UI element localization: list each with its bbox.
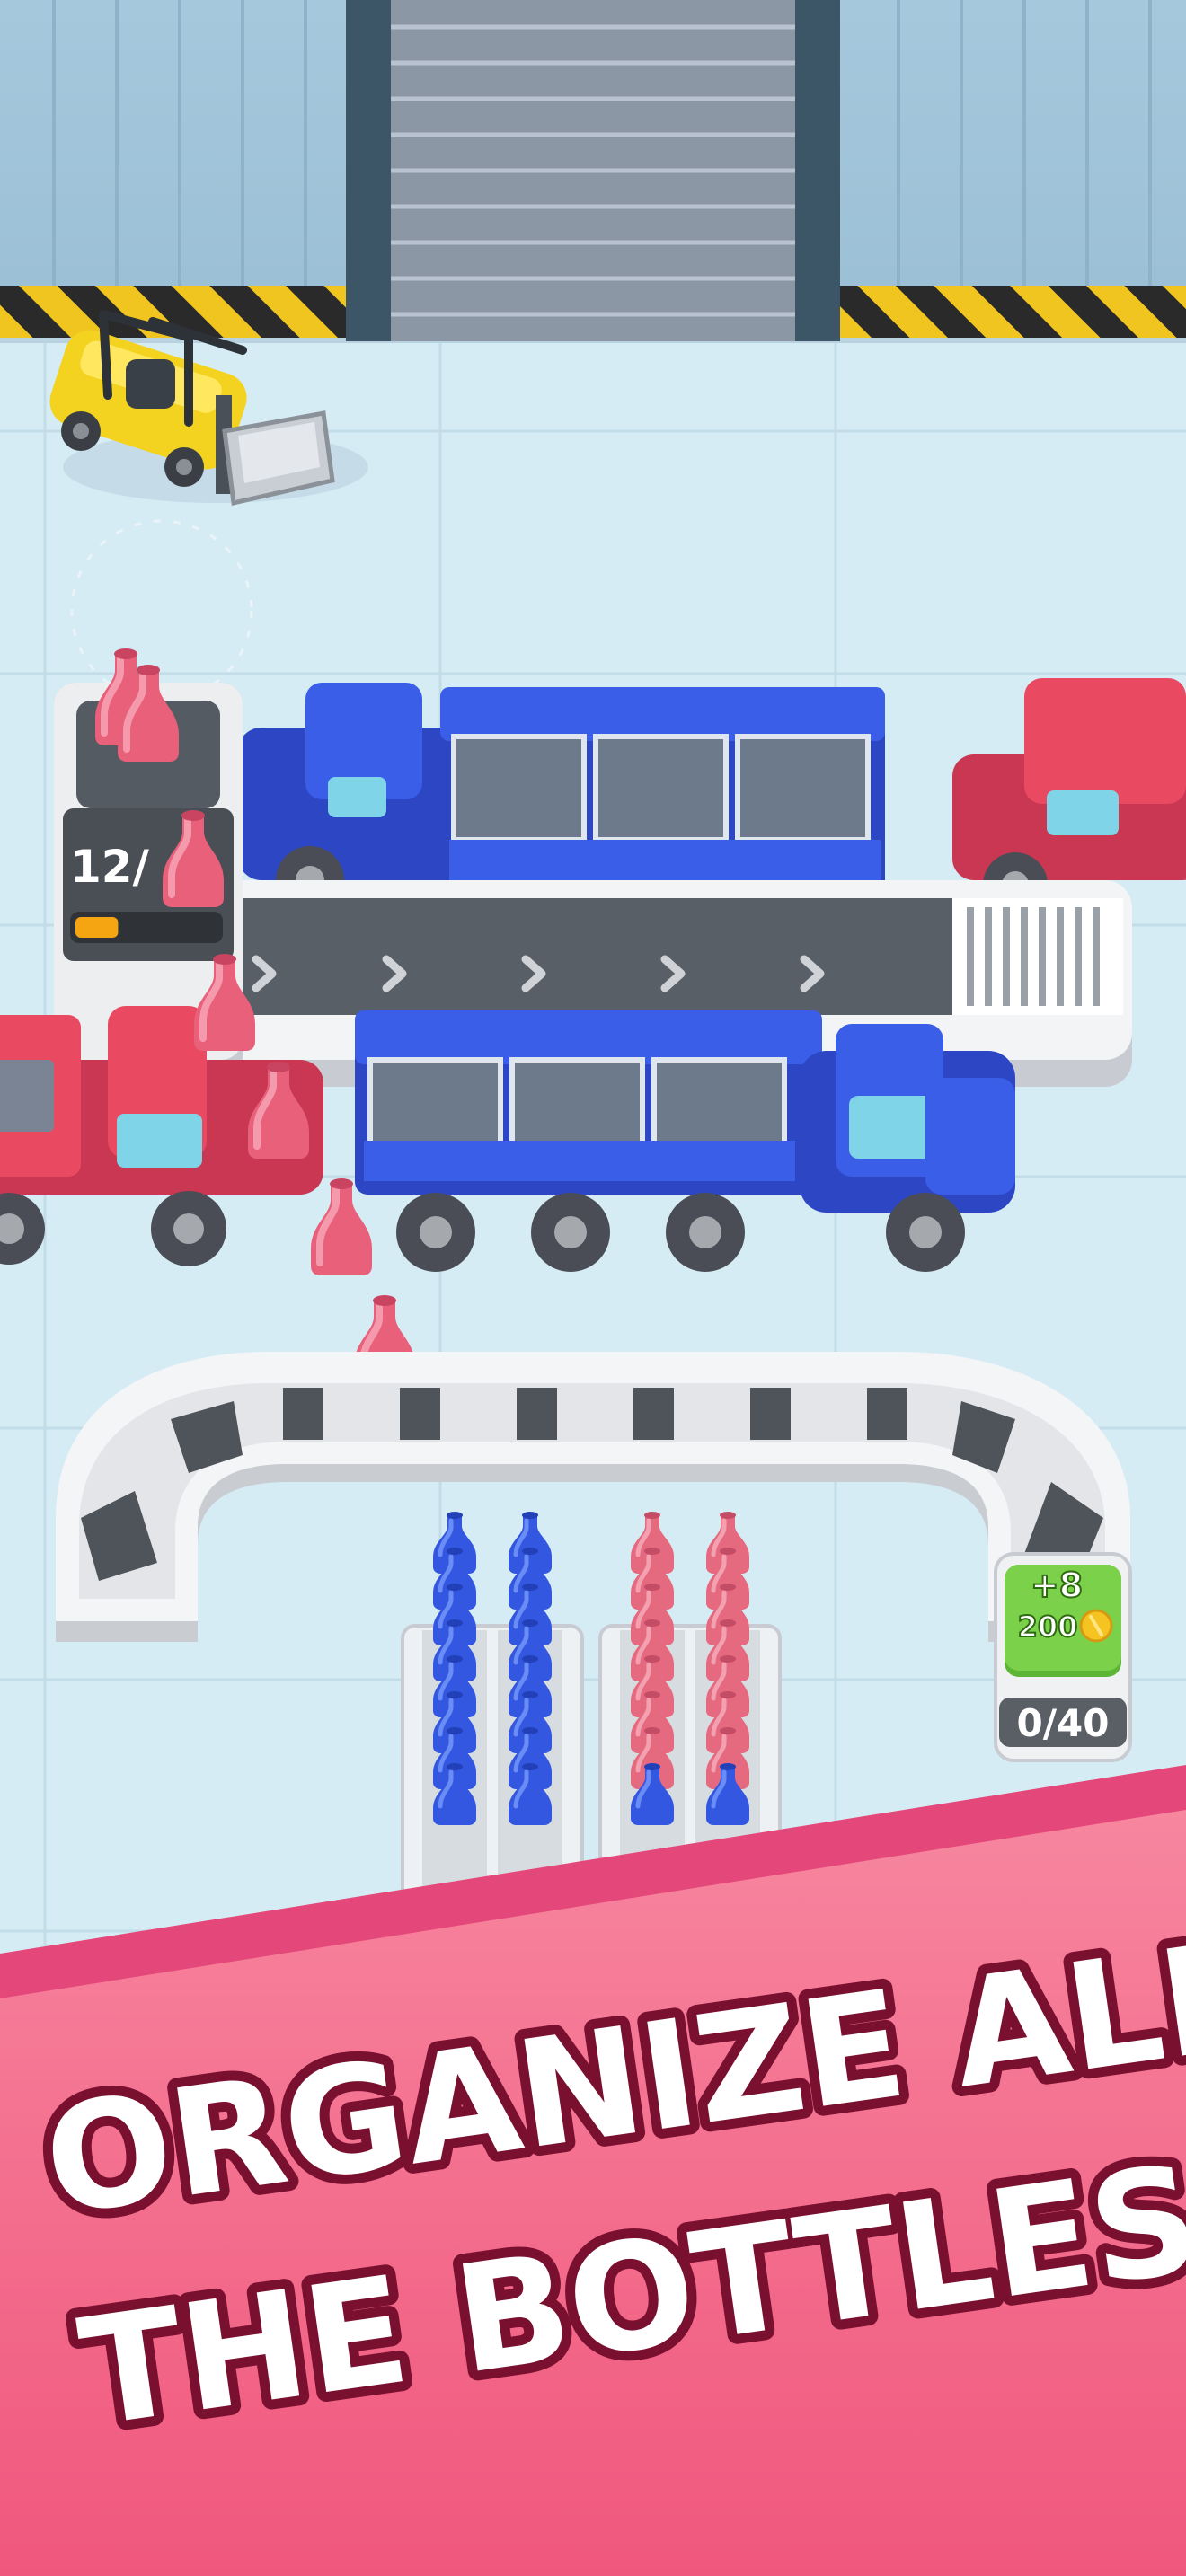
- truck-blue-upper[interactable]: [238, 683, 885, 914]
- machine-counter: 12/: [70, 841, 150, 893]
- coin-icon: [1079, 1609, 1113, 1643]
- truck-blue-lower[interactable]: [355, 1010, 1015, 1272]
- bonus-label: +8: [1031, 1566, 1083, 1605]
- order-progress: 0/40: [1016, 1701, 1109, 1745]
- machine-progress-fill: [75, 917, 119, 938]
- loading-door: [346, 0, 840, 341]
- order-panel[interactable]: +8 200 0/40: [994, 1552, 1132, 1762]
- game-scene[interactable]: 12/ +8 200 0/40 ORGANIZE ALL THE BOTTLES: [0, 0, 1186, 2576]
- reward-value: 200: [1018, 1610, 1078, 1644]
- game-stage[interactable]: 12/ +8 200 0/40 ORGANIZE ALL THE BOTTLES: [0, 0, 1186, 2576]
